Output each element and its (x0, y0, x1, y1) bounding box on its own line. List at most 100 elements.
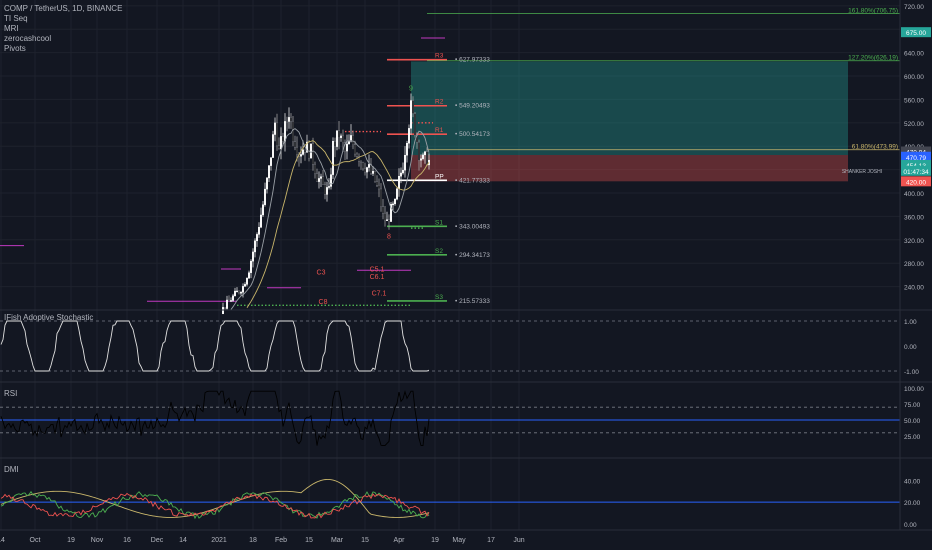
candle-body (366, 167, 369, 173)
rsi-tick-label: 75.00 (904, 402, 921, 409)
candle-body (318, 178, 321, 182)
candle-body (249, 260, 252, 273)
pivot-name-pp: PP (435, 173, 444, 180)
y-tick-label: 640.00 (904, 51, 924, 58)
candle-body (316, 173, 319, 182)
ma-slow-line (246, 140, 430, 309)
y-tick-label: 560.00 (904, 97, 924, 104)
y-tick-label: 320.00 (904, 238, 924, 245)
x-tick-label: 18 (249, 537, 257, 544)
candle-body (286, 121, 289, 123)
y-tick-label: 240.00 (904, 285, 924, 292)
candle-body (282, 136, 285, 142)
chart-legend: COMP / TetherUS, 1D, BINANCE TI Seq MRI … (4, 4, 122, 54)
candle-body (328, 186, 331, 188)
candle-body (320, 176, 323, 179)
candle-body (418, 141, 421, 161)
candle-body (262, 204, 265, 216)
candle-body (314, 164, 317, 174)
dmi-title[interactable]: DMI (4, 465, 19, 474)
pivot-name-s3: S3 (435, 294, 443, 301)
chart-canvas[interactable]: 14 Oct 19 Nov 16 Dec 14 2021 18 Feb 15 Mar 15 Apr 19 Ma… (0, 0, 932, 550)
price-tag-label: 675.00 (906, 30, 926, 37)
candle-body (296, 147, 299, 155)
candle-body (300, 154, 303, 157)
candle-body (290, 117, 293, 122)
chart-annotation: 9 (409, 86, 413, 93)
candle-body (324, 184, 327, 195)
rsi-tick-label: 50.00 (904, 418, 921, 425)
candle-body (372, 171, 375, 174)
price-tag-label: 420.00 (906, 179, 926, 186)
indicator-pivots[interactable]: Pivots (4, 44, 122, 54)
candle-body (235, 290, 238, 293)
candle-body (258, 226, 261, 235)
rsi-tick-label: 25.00 (904, 434, 921, 441)
x-tick-label: 19 (67, 537, 75, 544)
dmi-tick-label: 20.00 (904, 500, 921, 507)
indicator-panes (0, 320, 900, 520)
x-tick-label: Jun (513, 537, 524, 544)
y-tick-label: 280.00 (904, 261, 924, 268)
pivot-value-s1: • 343.00493 (455, 223, 490, 230)
x-tick-label: Oct (30, 537, 41, 544)
candle-body (352, 135, 355, 145)
candle-body (233, 290, 236, 297)
candle-body (356, 153, 359, 157)
candle-body (336, 130, 339, 147)
candle-body (229, 300, 232, 302)
x-tick-label: Feb (275, 537, 287, 544)
candle-body (221, 307, 224, 315)
candle-body (270, 157, 273, 166)
candle-body (412, 100, 415, 114)
candle-body (368, 164, 371, 168)
x-tick-label: 2021 (211, 537, 227, 544)
position-zones (411, 61, 848, 182)
pivot-value-s3: • 215.57333 (455, 298, 490, 305)
dmi-tick-label: 40.00 (904, 478, 921, 485)
candle-body (243, 284, 246, 287)
candle-body (392, 203, 395, 206)
chart-annotation: C5.1 (370, 266, 385, 273)
pivot-value-r1: • 500.54173 (455, 131, 490, 138)
candle-body (364, 168, 367, 173)
candle-body (406, 143, 409, 156)
candle-body (342, 135, 345, 143)
x-tick-label: 15 (305, 537, 313, 544)
candle-body (302, 149, 305, 155)
indicator-mri[interactable]: MRI (4, 24, 122, 34)
indicator-ti-seq[interactable]: TI Seq (4, 14, 122, 24)
y-tick-label: 400.00 (904, 191, 924, 198)
x-tick-label: 16 (123, 537, 131, 544)
pivot-value-r3: • 627.97333 (455, 57, 490, 64)
candle-body (326, 187, 329, 195)
pivot-name-r2: R2 (435, 99, 444, 106)
candle-body (231, 295, 234, 301)
candle-body (376, 181, 379, 186)
candle-body (256, 234, 259, 242)
x-tick-label: Mar (331, 537, 344, 544)
candle-body (426, 151, 429, 166)
y-tick-label: 520.00 (904, 121, 924, 128)
stoch-tick-label: 0.00 (904, 344, 917, 351)
pivot-value-pp: • 421.77333 (455, 177, 490, 184)
candle-body (264, 188, 267, 205)
candle-body (338, 130, 341, 138)
x-tick-label: Dec (151, 537, 164, 544)
indicator-zerocashcool[interactable]: zerocashcool (4, 34, 122, 44)
candle-body (398, 176, 401, 190)
candle-body (284, 121, 287, 142)
rsi-title[interactable]: RSI (4, 389, 17, 398)
x-tick-label: 15 (361, 537, 369, 544)
x-tick-label: 19 (431, 537, 439, 544)
fib-label: 61.80%(473.99) (852, 144, 898, 151)
dmi-tick-label: 0.00 (904, 522, 917, 529)
chart-annotation: SHANKER JOSHI (842, 169, 882, 175)
stochastic-title[interactable]: IFish Adoptive Stochastic (4, 313, 93, 322)
candle-body (260, 214, 263, 228)
candle-body (237, 290, 240, 293)
candle-body (247, 272, 250, 279)
candle-body (278, 145, 281, 149)
rsi-tick-label: 100.00 (904, 386, 924, 393)
candle-body (272, 134, 275, 158)
